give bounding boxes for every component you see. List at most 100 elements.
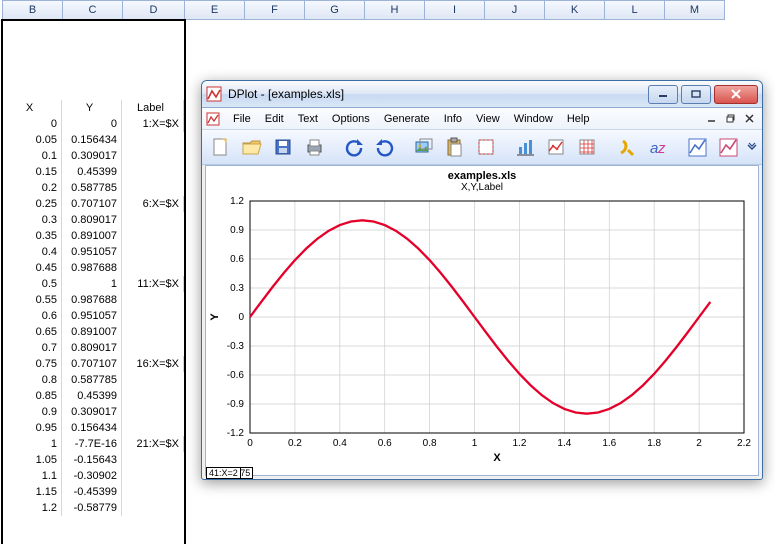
mdi-close-button[interactable]: [741, 112, 758, 126]
plot-client-area[interactable]: examples.xls X,Y,Label 00.20.40.60.811.2…: [205, 165, 759, 476]
cell[interactable]: 0.891007: [62, 324, 122, 340]
cell[interactable]: 0.75: [2, 356, 62, 372]
mdi-minimize-button[interactable]: [703, 112, 720, 126]
cell[interactable]: 0.309017: [62, 148, 122, 164]
maximize-button[interactable]: [681, 85, 711, 104]
menu-file[interactable]: File: [226, 111, 258, 127]
cell[interactable]: Y: [62, 100, 122, 116]
cell[interactable]: 0.809017: [62, 212, 122, 228]
cell[interactable]: 0.55: [2, 292, 62, 308]
toolbar-overflow-icon[interactable]: [745, 133, 758, 161]
cell[interactable]: 0.1: [2, 148, 62, 164]
cell[interactable]: 0.2: [2, 180, 62, 196]
cell[interactable]: 0.45399: [62, 164, 122, 180]
cell[interactable]: 0.35: [2, 228, 62, 244]
chart-annotation[interactable]: 41:X=2: [206, 467, 241, 479]
undo-button[interactable]: [339, 132, 367, 162]
menu-options[interactable]: Options: [325, 111, 377, 127]
cell[interactable]: -0.45399: [62, 484, 122, 500]
cell[interactable]: 0.309017: [62, 404, 122, 420]
open-button[interactable]: [237, 132, 265, 162]
cell[interactable]: Label: [122, 100, 184, 116]
minimize-button[interactable]: [648, 85, 678, 104]
cell[interactable]: 1.15: [2, 484, 62, 500]
cell[interactable]: 0.707107: [62, 356, 122, 372]
cell[interactable]: 0.7: [2, 340, 62, 356]
prev-plot-button[interactable]: [682, 132, 710, 162]
cell[interactable]: 0.45: [2, 260, 62, 276]
redo-button[interactable]: [370, 132, 398, 162]
cell[interactable]: 0: [2, 116, 62, 132]
cell[interactable]: X: [2, 100, 62, 116]
cell[interactable]: -0.30902: [62, 468, 122, 484]
menu-edit[interactable]: Edit: [258, 111, 291, 127]
data-labels-button[interactable]: [542, 132, 570, 162]
cell[interactable]: 0.587785: [62, 372, 122, 388]
cell[interactable]: 0.15: [2, 164, 62, 180]
cell[interactable]: 0.8: [2, 372, 62, 388]
menu-generate[interactable]: Generate: [377, 111, 437, 127]
cell[interactable]: 1:X=$X: [122, 116, 184, 132]
cell[interactable]: 0.4: [2, 244, 62, 260]
menu-info[interactable]: Info: [437, 111, 469, 127]
save-button[interactable]: [269, 132, 297, 162]
menu-text[interactable]: Text: [291, 111, 325, 127]
cell[interactable]: 0.987688: [62, 260, 122, 276]
col-header-D[interactable]: D: [122, 0, 185, 20]
mdi-restore-button[interactable]: [722, 112, 739, 126]
cell[interactable]: 0.156434: [62, 420, 122, 436]
col-header-C[interactable]: C: [62, 0, 123, 20]
print-button[interactable]: [300, 132, 328, 162]
col-header-M[interactable]: M: [664, 0, 725, 20]
menu-view[interactable]: View: [469, 111, 507, 127]
close-button[interactable]: [714, 85, 758, 104]
cell[interactable]: 0.95: [2, 420, 62, 436]
cell[interactable]: 11:X=$X: [122, 276, 184, 292]
cell[interactable]: 0.05: [2, 132, 62, 148]
cell[interactable]: 1: [62, 276, 122, 292]
col-header-H[interactable]: H: [364, 0, 425, 20]
cell[interactable]: 0.6: [2, 308, 62, 324]
cell[interactable]: 1.05: [2, 452, 62, 468]
cell[interactable]: -0.15643: [62, 452, 122, 468]
col-header-G[interactable]: G: [304, 0, 365, 20]
crop-button[interactable]: [472, 132, 500, 162]
paste-button[interactable]: [440, 132, 468, 162]
cell[interactable]: 1: [2, 436, 62, 452]
cell[interactable]: -0.58779: [62, 500, 122, 516]
swap-axes-button[interactable]: [511, 132, 539, 162]
cell[interactable]: 16:X=$X: [122, 356, 184, 372]
cell[interactable]: 0.9: [2, 404, 62, 420]
cell[interactable]: 1.1: [2, 468, 62, 484]
cell[interactable]: 0.951057: [62, 244, 122, 260]
cell[interactable]: 0.85: [2, 388, 62, 404]
cell[interactable]: -7.7E-16: [62, 436, 122, 452]
next-plot-button[interactable]: [714, 132, 742, 162]
chart-plot[interactable]: 00.20.40.60.811.21.41.61.822.2-1.2-0.9-0…: [206, 195, 758, 467]
zoom-button[interactable]: [612, 132, 640, 162]
col-header-F[interactable]: F: [244, 0, 305, 20]
menu-window[interactable]: Window: [507, 111, 560, 127]
italic-az-button[interactable]: az: [643, 132, 671, 162]
cell[interactable]: 0.951057: [62, 308, 122, 324]
cell[interactable]: 0: [62, 116, 122, 132]
col-header-K[interactable]: K: [544, 0, 605, 20]
titlebar[interactable]: DPlot - [examples.xls]: [202, 81, 762, 108]
cell[interactable]: 0.891007: [62, 228, 122, 244]
cell[interactable]: 0.3: [2, 212, 62, 228]
cell[interactable]: 0.45399: [62, 388, 122, 404]
cell[interactable]: 1.2: [2, 500, 62, 516]
cell[interactable]: 6:X=$X: [122, 196, 184, 212]
cell[interactable]: 0.5: [2, 276, 62, 292]
col-header-L[interactable]: L: [604, 0, 665, 20]
col-header-I[interactable]: I: [424, 0, 485, 20]
cell[interactable]: 0.25: [2, 196, 62, 212]
col-header-J[interactable]: J: [484, 0, 545, 20]
new-button[interactable]: [206, 132, 234, 162]
cell[interactable]: 0.65: [2, 324, 62, 340]
col-header-B[interactable]: B: [2, 0, 63, 20]
cell[interactable]: 0.156434: [62, 132, 122, 148]
col-header-E[interactable]: E: [184, 0, 245, 20]
copy-image-button[interactable]: [409, 132, 437, 162]
cell[interactable]: 0.809017: [62, 340, 122, 356]
